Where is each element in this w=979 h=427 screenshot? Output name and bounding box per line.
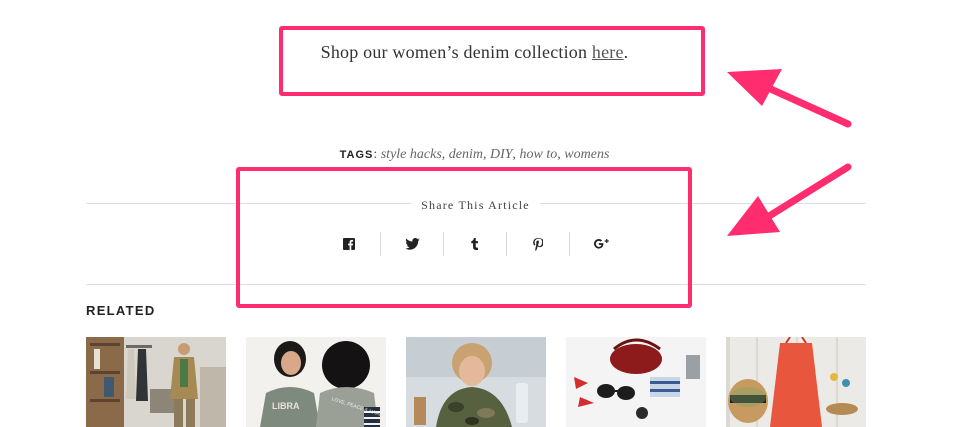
highlight-box-promo [279,26,705,96]
related-thumb-2[interactable]: LIBRA LOVE, PEACE & HARMONY [246,337,386,427]
arrow-upper [727,69,852,128]
tags-separator: : [373,147,378,162]
related-thumb-3[interactable] [406,337,546,427]
related-image-5 [726,337,866,427]
related-image-3 [406,337,546,427]
related-image-1 [86,337,226,427]
related-thumb-1[interactable] [86,337,226,427]
tags-label: TAGS [339,149,374,161]
related-image-4 [566,337,706,427]
highlight-box-share [236,167,692,308]
tee-text-libra: LIBRA [272,401,300,411]
tag-link[interactable]: denim [449,147,483,162]
tag-link[interactable]: how to [520,147,558,162]
tags-line: TAGS: style hacks, denim, DIY, how to, w… [339,147,610,162]
related-image-2: LIBRA LOVE, PEACE & HARMONY [246,337,386,427]
tag-link[interactable]: womens [564,147,609,162]
tag-link[interactable]: style hacks [381,147,442,162]
related-thumb-4[interactable] [566,337,706,427]
related-thumb-5[interactable] [726,337,866,427]
tag-link[interactable]: DIY [490,147,513,162]
related-heading: RELATED [86,303,156,318]
